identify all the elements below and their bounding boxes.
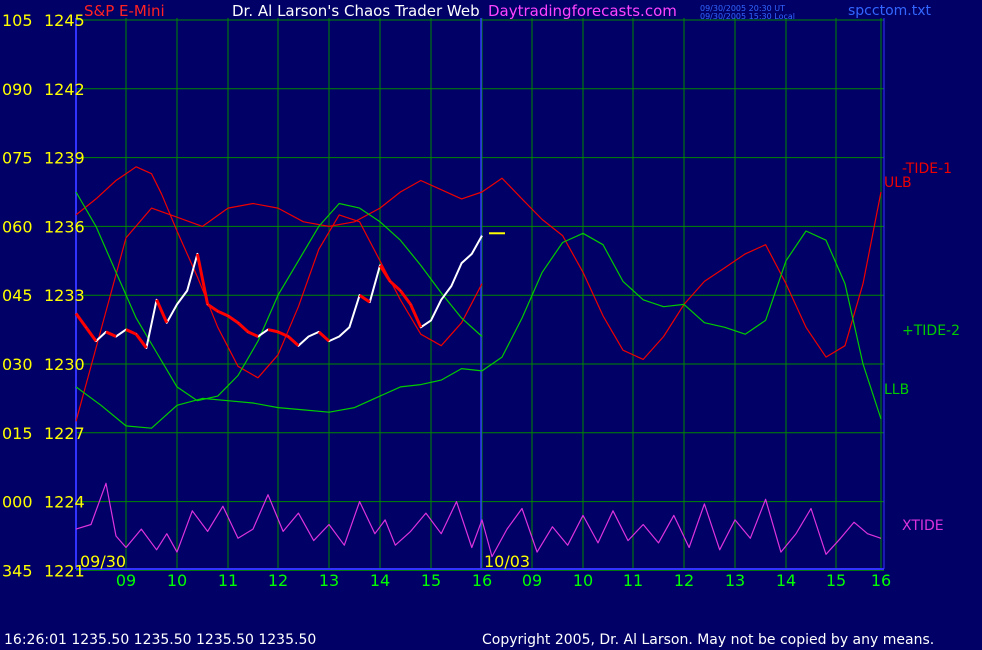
y-degree-label: 090	[2, 80, 33, 99]
x-tick-label: 09	[522, 571, 542, 590]
y-degree-label: 075	[2, 149, 33, 168]
series-annotation: +TIDE-2	[902, 323, 960, 339]
y-degree-label: 030	[2, 355, 33, 374]
price-bar-down	[105, 330, 117, 338]
price-bar-down	[227, 314, 239, 324]
x-tick-label: 14	[370, 571, 390, 590]
price-bar-down	[277, 330, 289, 338]
x-tick-label: 14	[776, 571, 796, 590]
series-line	[75, 230, 882, 429]
price-bar-down	[287, 335, 300, 347]
series-annotation: LLB	[884, 382, 909, 398]
price-bar-down	[125, 328, 137, 336]
x-tick-label: 10	[573, 571, 593, 590]
price-bar-down	[155, 299, 169, 324]
series-annotation: XTIDE	[902, 518, 944, 534]
y-price-label: 1242	[44, 80, 85, 99]
series-line	[75, 191, 483, 402]
chart-title: Dr. Al Larson's Chaos Trader Web	[232, 2, 480, 20]
price-bar-down	[74, 312, 88, 329]
price-bar-down	[217, 309, 229, 318]
price-bar-down	[358, 293, 371, 304]
site-link[interactable]: Daytradingforecasts.com	[488, 2, 677, 20]
price-bar-down	[134, 333, 148, 349]
date-label: 10/03	[484, 552, 530, 571]
date-label: 09/30	[80, 552, 126, 571]
y-price-label: 1239	[44, 149, 85, 168]
y-degree-label: 015	[2, 424, 33, 443]
x-tick-label: 11	[623, 571, 643, 590]
x-tick-label: 12	[268, 571, 288, 590]
series-line	[75, 166, 483, 379]
quote-readout: 16:26:01 1235.50 1235.50 1235.50 1235.50	[4, 632, 317, 648]
series-line	[75, 177, 882, 422]
y-price-label: 1221	[44, 561, 85, 580]
y-degree-label: 060	[2, 217, 33, 236]
y-degree-label: 000	[2, 493, 33, 512]
price-bar-down	[267, 328, 279, 334]
grid	[76, 18, 884, 571]
axes	[75, 18, 885, 570]
x-tick-label: 11	[218, 571, 238, 590]
x-tick-label: 13	[725, 571, 745, 590]
y-price-label: 1233	[44, 286, 85, 305]
series-line	[75, 482, 882, 558]
y-price-label: 1230	[44, 355, 85, 374]
y-price-label: 1236	[44, 217, 85, 236]
price-bar-down	[378, 264, 392, 283]
series-annotation: ULB	[884, 175, 912, 191]
y-price-label: 1227	[44, 424, 85, 443]
x-tick-label: 10	[167, 571, 187, 590]
filename-label: spcctom.txt	[848, 3, 931, 19]
series-layer	[74, 166, 882, 558]
chart-canvas: 105 090 075 060 045 030 015 000 345 1245 1242 1239 1…	[2, 11, 960, 590]
x-tick-label: 09	[116, 571, 136, 590]
y-degree-label: 105	[2, 11, 33, 30]
price-bar-down	[317, 330, 331, 343]
price-bar-down	[247, 330, 259, 338]
y-degree-label: 045	[2, 286, 33, 305]
x-tick-label: 13	[319, 571, 339, 590]
y-degree-label: 345	[2, 561, 33, 580]
price-bar-down	[409, 303, 423, 328]
y-price-label: 1245	[44, 11, 85, 30]
copyright-notice: Copyright 2005, Dr. Al Larson. May not b…	[482, 632, 935, 648]
y-price-label: 1224	[44, 493, 85, 512]
price-bar-down	[206, 303, 219, 313]
x-tick-label: 16	[472, 571, 492, 590]
price-bar-down	[236, 321, 250, 333]
price-bar-down	[84, 326, 98, 342]
x-tick-label: 15	[826, 571, 846, 590]
timestamp-local: 09/30/2005 15:30 Local	[700, 12, 795, 21]
instrument-label: S&P E-Mini	[84, 2, 165, 20]
x-tick-label: 16	[871, 571, 891, 590]
x-tick-label: 15	[421, 571, 441, 590]
x-tick-label: 12	[674, 571, 694, 590]
